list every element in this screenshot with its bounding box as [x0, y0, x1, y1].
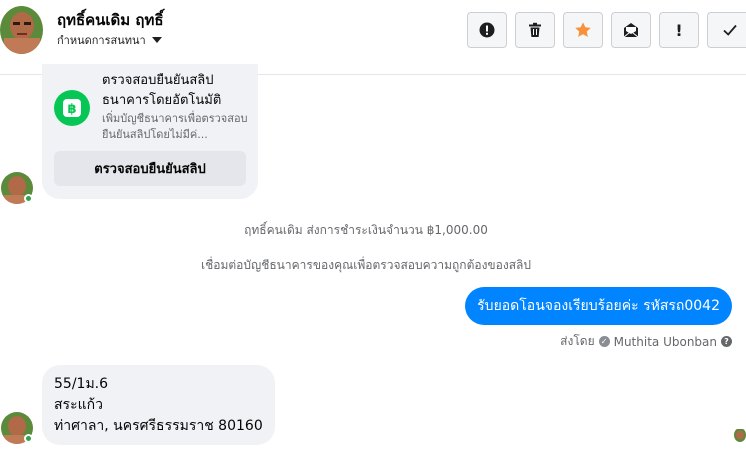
bank-logo-icon: ฿ [54, 90, 90, 126]
mark-unread-button[interactable] [611, 12, 651, 48]
avatar-photo [0, 6, 43, 54]
outgoing-message[interactable]: รับยอดโอนจองเรียบร้อยค่ะ รหัสรถ0042 [465, 287, 732, 325]
star-button[interactable] [563, 12, 603, 48]
svg-text:฿: ฿ [67, 102, 76, 117]
slip-verification-card: ฿ ตรวจสอบยืนยันสลิปธนาคารโดยอัตโนมัติ เพ… [42, 64, 258, 199]
address-line: สระแก้ว [54, 397, 103, 413]
sent-by-line: ส่งโดย ✓ Muthita Ubonban ? [560, 332, 732, 351]
address-line: 55/1ม.6 [54, 376, 109, 392]
schedule-label: กำหนดการสนทนา [57, 34, 146, 47]
alert-circle-icon [479, 22, 495, 38]
schedule-dropdown[interactable]: กำหนดการสนทนา [57, 31, 162, 49]
contact-name[interactable]: ฤทธิ์คนเดิม ฤทธิ์ [57, 8, 164, 32]
baht-icon: ฿ [63, 99, 81, 117]
star-icon [575, 22, 591, 37]
address-line: ท่าศาลา, นครศรีธรรมราช 80160 [54, 418, 263, 434]
report-button[interactable] [467, 12, 507, 48]
online-status-dot [24, 434, 33, 443]
delete-button[interactable] [515, 12, 555, 48]
check-icon [722, 24, 737, 36]
sent-by-label: ส่งโดย [560, 334, 595, 348]
card-title: ตรวจสอบยืนยันสลิปธนาคารโดยอัตโนมัติ [102, 73, 222, 108]
online-status-dot [24, 194, 33, 203]
done-button[interactable] [707, 12, 746, 48]
card-description: เพิ่มบัญชีธนาคารเพื่อตรวจสอบยืนยันสลิปโด… [102, 112, 248, 141]
contact-avatar[interactable] [0, 6, 43, 54]
avatar-photo [734, 429, 746, 442]
important-button[interactable]: ! [659, 12, 699, 48]
payment-notice: ฤทธิ์คนเดิม ส่งการชำระเงินจำนวน ฿1,000.0… [244, 223, 488, 237]
seen-avatar [734, 428, 746, 442]
verify-slip-button[interactable]: ตรวจสอบยืนยันสลิป [54, 151, 246, 186]
trash-icon [529, 22, 541, 37]
incoming-message[interactable]: 55/1ม.6 สระแก้ว ท่าศาลา, นครศรีธรรมราช 8… [42, 365, 275, 445]
caret-down-icon [151, 37, 162, 43]
sender-name: Muthita Ubonban [613, 334, 717, 349]
exclamation-icon: ! [675, 20, 683, 40]
sender-badge-icon: ✓ [598, 336, 610, 347]
bank-connect-notice[interactable]: เชื่อมต่อบัญชีธนาคารของคุณเพื่อตรวจสอบคว… [0, 256, 732, 275]
mark-unread-icon [623, 23, 639, 38]
help-icon[interactable]: ? [721, 336, 732, 347]
